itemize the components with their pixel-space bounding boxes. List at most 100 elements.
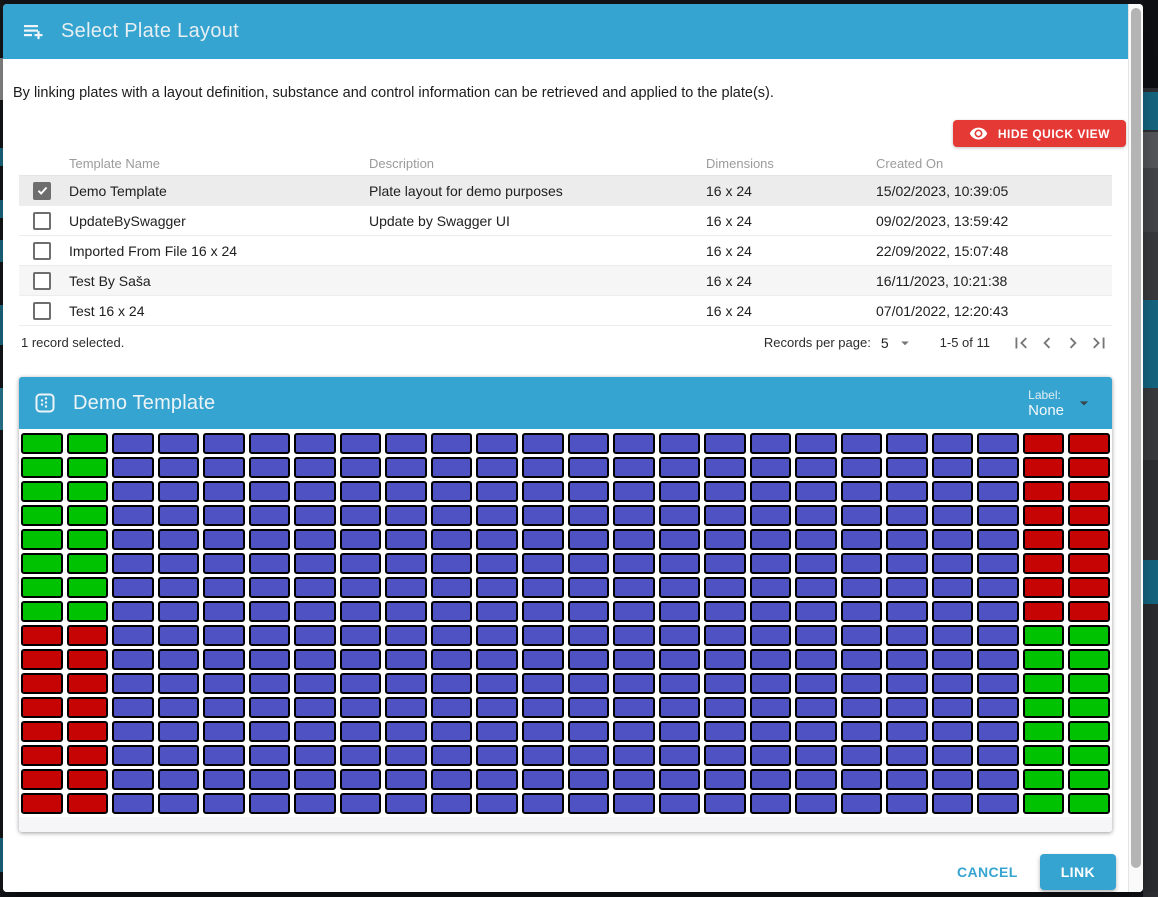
last-page-button[interactable] <box>1086 331 1112 355</box>
plate-well <box>339 673 382 694</box>
plate-well <box>476 529 518 550</box>
plate-well <box>157 673 200 694</box>
hide-quick-view-label: HIDE QUICK VIEW <box>997 126 1110 141</box>
plate-well <box>795 529 837 550</box>
plate-well <box>1022 649 1065 670</box>
table-row[interactable]: Test By Saša 16 x 24 16/11/2023, 10:21:38 <box>19 266 1112 296</box>
plate-well <box>521 481 564 502</box>
plate-well <box>886 673 928 694</box>
row-checkbox[interactable] <box>33 241 51 260</box>
first-page-icon <box>1015 337 1027 348</box>
plate-well <box>658 577 701 598</box>
records-per-page-value: 5 <box>880 334 889 351</box>
scrollbar-thumb[interactable] <box>1131 8 1141 868</box>
backdrop-block <box>1143 604 1158 892</box>
row-checkbox[interactable] <box>33 211 51 230</box>
plate-well <box>521 721 564 742</box>
plate-well <box>66 553 109 574</box>
plate-well <box>521 793 564 814</box>
plate-well <box>476 649 518 670</box>
plate-well <box>886 745 928 766</box>
plate-well <box>840 625 883 646</box>
plate-well <box>248 529 291 550</box>
cell-template-name: UpdateBySwagger <box>69 212 186 229</box>
plate-well <box>931 529 974 550</box>
plate-well <box>1022 697 1065 718</box>
plate-well <box>795 601 837 622</box>
cell-created-on: 22/09/2022, 15:07:48 <box>876 242 1009 259</box>
dialog-scrollbar[interactable] <box>1128 4 1143 892</box>
next-page-button[interactable] <box>1060 331 1086 355</box>
plate-well <box>840 601 883 622</box>
plate-well <box>1022 433 1065 454</box>
dialog-content: By linking plates with a layout definiti… <box>3 59 1128 892</box>
table-row[interactable]: UpdateBySwagger Update by Swagger UI 16 x … <box>19 206 1112 236</box>
plate-well <box>840 553 883 574</box>
plate-well <box>886 553 928 574</box>
label-select[interactable]: Label: None <box>1028 388 1094 419</box>
plate-well <box>21 793 63 814</box>
plate-well <box>749 625 792 646</box>
row-checkbox[interactable] <box>33 181 51 200</box>
backdrop-block <box>1143 132 1158 168</box>
plate-well <box>704 529 746 550</box>
plate-well <box>112 649 154 670</box>
plate-well <box>112 769 154 790</box>
plate-well <box>567 577 610 598</box>
plate-well <box>658 433 701 454</box>
plate-well <box>977 577 1019 598</box>
plate-well <box>385 433 427 454</box>
plate-well <box>795 481 837 502</box>
plate-well <box>157 697 200 718</box>
template-table-body: Demo Template Plate layout for demo purpo… <box>19 176 1112 326</box>
plate-well <box>749 721 792 742</box>
plate-well <box>157 769 200 790</box>
plate-well <box>157 625 200 646</box>
panel-footer <box>19 817 1112 832</box>
plate-well <box>294 529 336 550</box>
records-per-page-select[interactable]: 5 <box>881 334 914 352</box>
table-row[interactable]: Imported From File 16 x 24 16 x 24 22/09/2… <box>19 236 1112 266</box>
plate-well <box>658 793 701 814</box>
cancel-button[interactable]: CANCEL <box>941 854 1034 890</box>
plate-well <box>886 793 928 814</box>
plate-well <box>658 505 701 526</box>
first-page-button[interactable] <box>1008 331 1034 355</box>
plate-well <box>886 649 928 670</box>
table-row[interactable]: Demo Template Plate layout for demo purpo… <box>19 176 1112 206</box>
plate-well <box>795 649 837 670</box>
plate-well <box>795 457 837 478</box>
link-button[interactable]: LINK <box>1039 854 1116 890</box>
column-header-template-name: Template Name <box>69 155 161 171</box>
plate-well <box>704 625 746 646</box>
plate-well <box>157 577 200 598</box>
select-plate-layout-dialog: Select Plate Layout By linking plates wi… <box>3 4 1143 892</box>
previous-page-button[interactable] <box>1034 331 1060 355</box>
cell-created-on: 07/01/2022, 12:20:43 <box>876 302 1009 319</box>
row-checkbox[interactable] <box>33 301 51 320</box>
hide-quick-view-button[interactable]: HIDE QUICK VIEW <box>952 120 1126 147</box>
plate-well <box>886 601 928 622</box>
plate-well <box>521 577 564 598</box>
plate-well <box>567 481 610 502</box>
plate-well <box>203 673 245 694</box>
cell-template-name: Test By Saša <box>69 272 151 289</box>
plate-well <box>157 433 200 454</box>
plate-well <box>931 721 974 742</box>
plate-well <box>294 553 336 574</box>
plate-well <box>430 625 473 646</box>
plate-well <box>931 481 974 502</box>
plate-well <box>339 529 382 550</box>
row-checkbox[interactable] <box>33 271 51 290</box>
plate-well <box>385 745 427 766</box>
plate-well <box>658 529 701 550</box>
plate-well <box>112 577 154 598</box>
table-row[interactable]: Test 16 x 24 16 x 24 07/01/2022, 12:20:43 <box>19 296 1112 326</box>
plate-well <box>613 457 655 478</box>
plate-well <box>339 433 382 454</box>
plate-well <box>977 793 1019 814</box>
plate-well <box>66 433 109 454</box>
plate-well <box>248 793 291 814</box>
plate-well <box>339 721 382 742</box>
plate-well <box>476 697 518 718</box>
